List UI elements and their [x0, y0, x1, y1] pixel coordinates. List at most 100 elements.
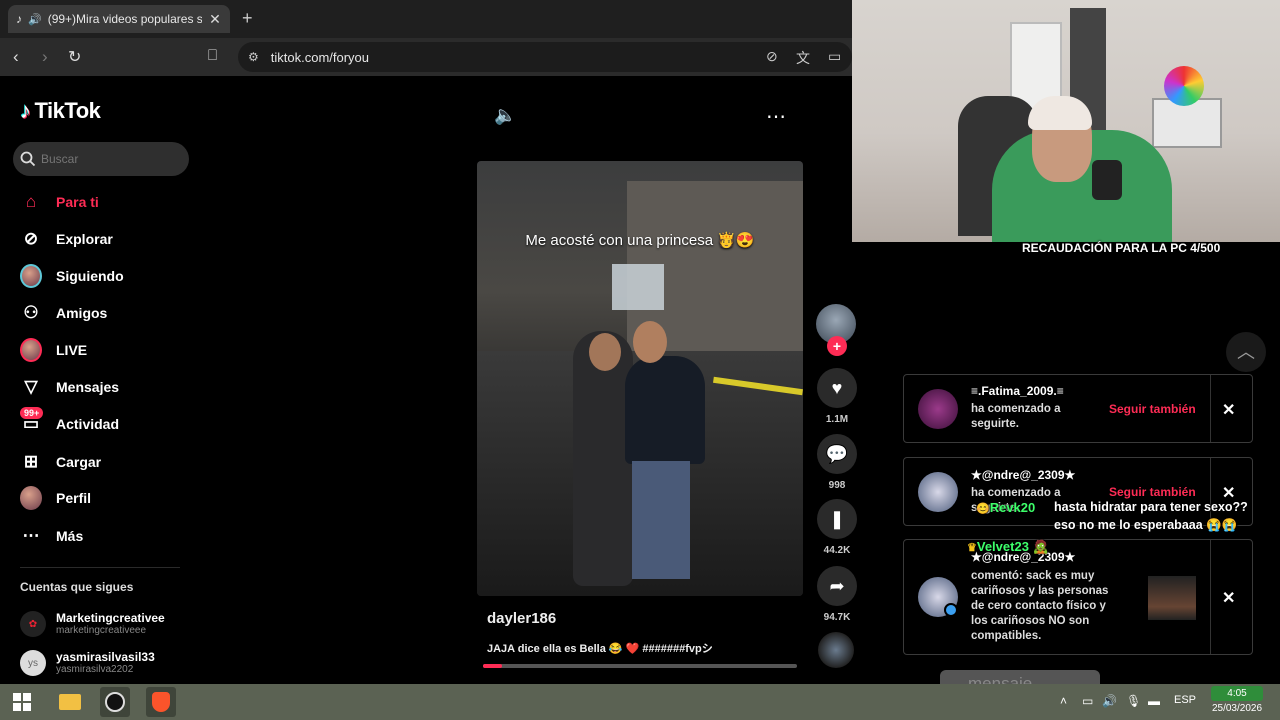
music-disc-icon[interactable] [818, 632, 854, 668]
comment-action[interactable]: 💬 998 [816, 434, 858, 491]
language-indicator[interactable]: ESP [1174, 694, 1196, 706]
heart-icon[interactable]: ♥ [817, 368, 857, 408]
account-handle: marketingcreativeee [56, 625, 147, 636]
brave-browser-icon[interactable] [146, 687, 176, 717]
notification-card[interactable]: ★@ndre@_2309★ comentó: sack es muy cariñ… [903, 539, 1253, 655]
video-overlay-caption: Me acosté con una princesa 🫅😍 [525, 232, 755, 249]
back-icon[interactable]: ‹ [13, 47, 19, 67]
close-icon[interactable]: ✕ [1222, 400, 1235, 420]
like-action[interactable]: ♥ 1.1M [816, 368, 858, 425]
scroll-up-button[interactable]: ︿ [1226, 332, 1266, 372]
bookmark-icon[interactable]: ❚ [817, 499, 857, 539]
account-handle: yasmirasilva2202 [56, 664, 134, 675]
share-action[interactable]: ➦ 94.7K [816, 566, 858, 623]
speaker-icon[interactable]: 🔊 [28, 13, 42, 26]
search-input[interactable] [41, 152, 181, 166]
notification-card[interactable]: ★@ndre@_2309★ ha comenzado a seguirte. S… [903, 457, 1253, 526]
sidebar-item-actividad[interactable]: ▭ 99+ Actividad [20, 407, 120, 439]
comment-icon[interactable]: 💬 [817, 434, 857, 474]
sidebar-item-mensajes[interactable]: ▽ Mensajes [20, 372, 119, 402]
sidebar-item-explorar[interactable]: ⊘ Explorar [20, 224, 113, 254]
video-player[interactable]: Me acosté con una princesa 🫅😍 [477, 161, 803, 596]
like-count: 1.1M [825, 414, 849, 425]
clock[interactable]: 4:05 25/03/2026 [1200, 686, 1274, 716]
taskbar: ˄ ▭ 🔊 🎙 ▬ ESP 4:05 25/03/2026 [0, 684, 1280, 720]
tray-chevron-icon[interactable]: ˄ [1060, 694, 1067, 708]
bookmark-icon[interactable]: ⎕ [208, 47, 217, 64]
account-name: yasmirasilvasil33 [56, 650, 155, 664]
omnibox[interactable]: ⚙ tiktok.com/foryou ⊘ 文 ▭ [238, 42, 852, 72]
followed-account[interactable]: ys yasmirasilvasil33 yasmirasilva2202 [20, 650, 155, 676]
followed-account[interactable]: ✿ Marketingcreativee marketingcreativeee [20, 611, 165, 637]
more-options-icon[interactable]: ⋯ [766, 104, 786, 129]
forward-icon[interactable]: › [42, 47, 48, 67]
logo-text: TikTok [34, 98, 101, 123]
sidebar-item-label: Mensajes [56, 379, 120, 395]
sidebar-item-para-ti[interactable]: ⌂ Para ti [20, 187, 99, 217]
save-action[interactable]: ❚ 44.2K [816, 499, 858, 556]
share-icon[interactable]: ➦ [817, 566, 857, 606]
browser-tab-bar: ♪ 🔊 (99+)Mira videos populares s ✕ + [0, 0, 852, 38]
upload-icon: ⊞ [23, 452, 39, 471]
no-camera-icon[interactable]: ⊘ [766, 48, 778, 65]
sidebar-item-perfil[interactable]: Perfil [20, 483, 91, 513]
translate-icon[interactable]: 文 [796, 48, 810, 68]
notification-avatar [918, 472, 958, 512]
chat-message-line: eso no me lo esperabaaa 😭😭 [1054, 518, 1238, 532]
notification-user: ★@ndre@_2309★ [971, 468, 1076, 482]
person-right [625, 356, 705, 464]
notification-text: comentó: sack es muy cariñosos y las per… [971, 570, 1109, 642]
video-author[interactable]: dayler186 [487, 610, 556, 627]
close-icon[interactable]: ✕ [1222, 588, 1235, 608]
person-right-legs [632, 461, 690, 579]
chat-username: 😊Revk20 [976, 500, 1036, 515]
microphone-icon[interactable]: 🎙 [1126, 694, 1141, 708]
battery-icon[interactable]: ▬ [1148, 694, 1160, 708]
card-divider [1210, 540, 1211, 654]
sidebar-item-amigos[interactable]: ⚇ Amigos [20, 298, 107, 328]
network-icon[interactable]: ▭ [1082, 694, 1093, 708]
volume-tray-icon[interactable]: 🔊 [1102, 694, 1117, 708]
sidebar-divider [20, 567, 180, 568]
compass-icon: ⊘ [23, 229, 39, 248]
activity-badge: 99+ [20, 407, 44, 419]
reload-icon[interactable]: ↻ [68, 47, 81, 67]
browser-tab[interactable]: ♪ 🔊 (99+)Mira videos populares s ✕ [8, 5, 230, 33]
sidebar-item-mas[interactable]: ⋯ Más [20, 521, 84, 551]
verified-icon [944, 603, 958, 617]
account-name: Marketingcreativee [56, 611, 165, 625]
sidebar-item-siguiendo[interactable]: Siguiendo [20, 261, 124, 291]
sidebar-item-cargar[interactable]: ⊞ Cargar [20, 447, 101, 477]
follow-plus-icon[interactable]: + [827, 336, 847, 356]
close-tab-icon[interactable]: ✕ [208, 11, 222, 28]
search-box[interactable] [13, 142, 189, 176]
clock-date: 25/03/2026 [1211, 703, 1263, 714]
follow-back-button[interactable]: Seguir también [1109, 402, 1196, 416]
volume-icon[interactable]: 🔈 [494, 105, 516, 126]
obs-icon[interactable] [100, 687, 130, 717]
url-text[interactable]: tiktok.com/foryou [271, 50, 369, 65]
inbox-icon: ▭ 99+ [20, 407, 44, 435]
search-icon [20, 151, 36, 167]
new-tab-icon[interactable]: + [242, 8, 253, 29]
tiktok-logo[interactable]: ♪ TikTok [20, 98, 101, 124]
windows-start-icon[interactable] [7, 687, 37, 717]
follow-back-button[interactable]: Seguir también [1109, 485, 1196, 499]
tiktok-note-icon: ♪ [20, 98, 31, 123]
site-settings-icon[interactable]: ⚙ [248, 50, 259, 64]
following-avatar-icon [20, 264, 42, 288]
share-count: 94.7K [823, 612, 851, 623]
address-bar-row: ‹ › ↻ ⎕ ⚙ tiktok.com/foryou ⊘ 文 ▭ [0, 38, 852, 76]
sidebar-item-label: Para ti [56, 194, 99, 210]
sidebar-item-label: Actividad [56, 416, 120, 432]
sidebar-item-label: Amigos [56, 305, 108, 321]
sidebar-item-label: Siguiendo [56, 268, 124, 284]
sidebar-item-label: LIVE [56, 342, 88, 358]
cast-icon[interactable]: ▭ [828, 48, 841, 65]
file-explorer-icon[interactable] [55, 687, 85, 717]
home-icon: ⌂ [25, 192, 37, 211]
sidebar-item-live[interactable]: LIVE [20, 335, 87, 365]
video-progress-bar[interactable] [483, 664, 797, 668]
notification-card[interactable]: ≡.Fatima_2009.≡ ha comenzado a seguirte.… [903, 374, 1253, 443]
video-thumbnail[interactable] [1148, 576, 1196, 620]
